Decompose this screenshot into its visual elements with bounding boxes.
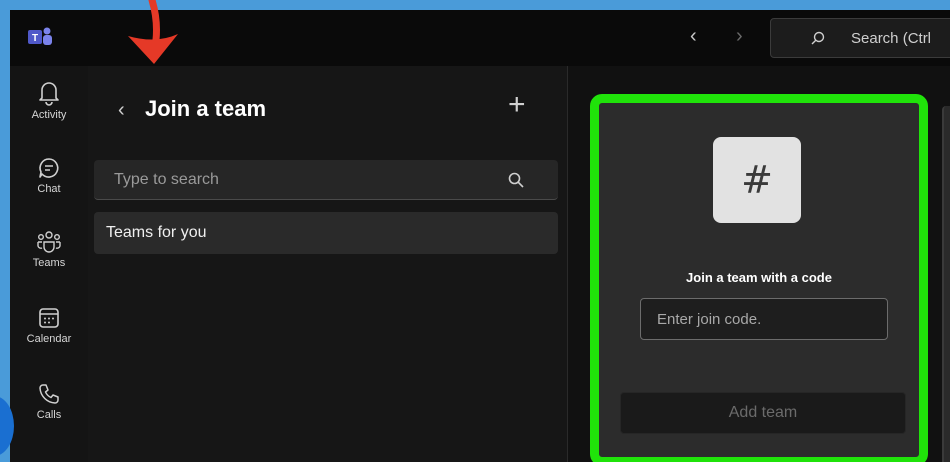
back-chevron-icon[interactable]: ‹ — [118, 99, 125, 122]
nav-back-icon[interactable]: ‹ — [690, 26, 697, 46]
arrow-annotation-icon — [128, 0, 178, 64]
chat-icon — [39, 158, 59, 178]
rail-item-chat[interactable]: Chat — [10, 156, 88, 222]
main-content: # Join a team with a code Add team — [568, 66, 950, 462]
rail-label-calls: Calls — [36, 409, 62, 421]
rail-item-activity[interactable]: Activity — [10, 80, 88, 146]
team-search-input[interactable] — [94, 160, 494, 200]
join-team-pane: ‹ Join a team + Teams for you — [88, 66, 568, 462]
add-icon[interactable]: + — [508, 88, 526, 122]
app-rail: Activity Chat Teams Calendar Calls — [10, 66, 88, 462]
rail-label-calendar: Calendar — [26, 333, 72, 345]
search-icon — [811, 31, 825, 45]
highlight-box — [590, 94, 928, 462]
rail-label-teams: Teams — [32, 257, 66, 269]
svg-text:T: T — [32, 33, 38, 44]
rail-item-calendar[interactable]: Calendar — [10, 306, 88, 372]
bell-icon — [39, 82, 59, 106]
search-icon[interactable] — [508, 172, 524, 188]
rail-item-calls[interactable]: Calls — [10, 382, 88, 448]
teams-icon — [37, 231, 61, 253]
team-search-box — [94, 160, 558, 200]
calendar-icon — [39, 308, 59, 328]
phone-icon — [39, 384, 59, 404]
pane-title: Join a team — [145, 96, 267, 121]
list-item-teams-for-you[interactable]: Teams for you — [94, 212, 558, 254]
global-search-placeholder: Search (Ctrl — [851, 30, 932, 47]
rail-label-activity: Activity — [31, 109, 67, 121]
global-search[interactable]: Search (Ctrl — [770, 18, 950, 58]
rail-label-chat: Chat — [37, 183, 61, 195]
teams-logo-icon: T — [28, 27, 52, 45]
next-card-edge — [942, 106, 950, 462]
rail-item-teams[interactable]: Teams — [10, 230, 88, 296]
nav-forward-icon[interactable]: › — [736, 26, 743, 46]
